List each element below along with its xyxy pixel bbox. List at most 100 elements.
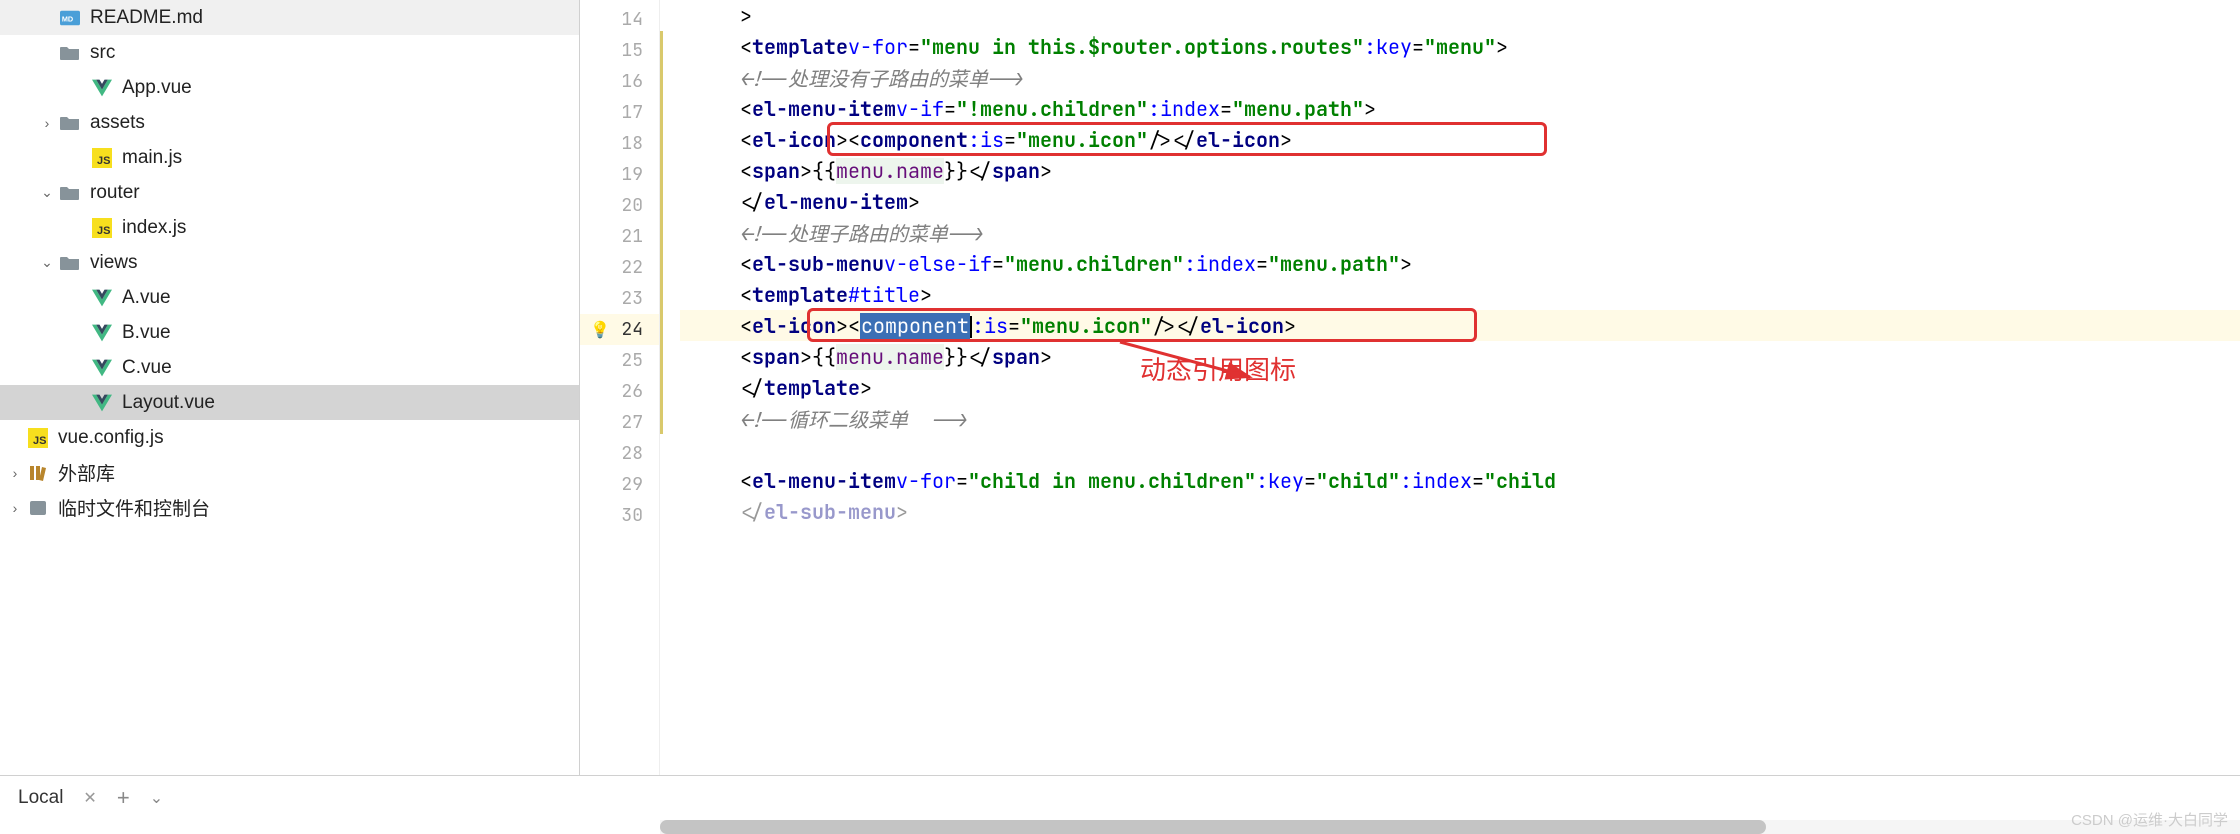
tree-item-label: main.js: [122, 147, 182, 169]
code-line-29: <el-menu-item v-for="child in menu.child…: [680, 465, 2240, 496]
bottom-tool-panel: Local ✕ + ⌄: [0, 775, 2240, 819]
js-icon: JS: [24, 428, 52, 448]
code-line-17: <el-menu-item v-if="!menu.children" :ind…: [680, 93, 2240, 124]
tree-item-label: views: [90, 252, 138, 274]
add-icon[interactable]: +: [117, 785, 130, 811]
scrollbar-thumb[interactable]: [660, 820, 1766, 834]
tree-item-label: App.vue: [122, 77, 192, 99]
line-number: 27: [580, 407, 659, 438]
line-number: 15: [580, 35, 659, 66]
code-line-23: <template #title>: [680, 279, 2240, 310]
chevron-icon: ⌄: [38, 184, 56, 201]
watermark: CSDN @运维·大白同学: [2071, 809, 2228, 830]
tree-item-index-js[interactable]: JS index.js: [0, 210, 579, 245]
tree-item-临时文件和控制台[interactable]: › 临时文件和控制台: [0, 490, 579, 525]
code-line-16: <!--处理没有子路由的菜单-->: [680, 62, 2240, 93]
js-icon: JS: [88, 218, 116, 238]
tree-item-vue-config-js[interactable]: JS vue.config.js: [0, 420, 579, 455]
annotation-text: 动态引用图标: [1140, 350, 1296, 387]
tree-item-label: router: [90, 182, 140, 204]
tree-item-src[interactable]: src: [0, 35, 579, 70]
tree-item-外部库[interactable]: ›外部库: [0, 455, 579, 490]
code-line-25: <span>{{menu.name}}</span>: [680, 341, 2240, 372]
tree-item-label: index.js: [122, 217, 186, 239]
line-number: 28: [580, 438, 659, 469]
tree-item-Layout-vue[interactable]: Layout.vue: [0, 385, 579, 420]
code-line-27: <!--循环二级菜单 -->: [680, 403, 2240, 434]
code-line-30: </el-sub-menu>: [680, 496, 2240, 527]
js-icon: JS: [88, 148, 116, 168]
line-number: 20: [580, 190, 659, 221]
close-icon[interactable]: ✕: [83, 788, 96, 808]
svg-text:JS: JS: [97, 225, 110, 237]
tree-item-label: README.md: [90, 7, 203, 29]
code-line-15: <template v-for="menu in this.$router.op…: [680, 31, 2240, 62]
chevron-icon: ⌄: [38, 254, 56, 271]
line-number: 19: [580, 159, 659, 190]
vue-icon: [88, 289, 116, 307]
vue-icon: [88, 359, 116, 377]
svg-text:MD: MD: [62, 14, 73, 23]
tree-item-App-vue[interactable]: App.vue: [0, 70, 579, 105]
svg-text:JS: JS: [97, 155, 110, 167]
tree-item-router[interactable]: ⌄ router: [0, 175, 579, 210]
tree-item-views[interactable]: ⌄ views: [0, 245, 579, 280]
vue-icon: [88, 79, 116, 97]
folder-icon: [56, 185, 84, 201]
line-number: 14: [580, 4, 659, 35]
line-number: 26: [580, 376, 659, 407]
tree-item-label: assets: [90, 112, 145, 134]
svg-text:JS: JS: [33, 435, 46, 447]
vue-icon: [88, 324, 116, 342]
md-icon: MD: [56, 9, 84, 27]
code-editor[interactable]: > <template v-for="menu in this.$router.…: [680, 0, 2240, 775]
code-line-21: <!--处理子路由的菜单-->: [680, 217, 2240, 248]
folder-icon: [56, 255, 84, 271]
line-number: 17: [580, 97, 659, 128]
line-number: 18: [580, 128, 659, 159]
tree-item-label: B.vue: [122, 322, 171, 344]
tree-item-label: 临时文件和控制台: [58, 494, 210, 521]
chevron-icon: ›: [6, 500, 24, 516]
lib-icon: [24, 464, 52, 482]
line-number: 22: [580, 252, 659, 283]
tree-item-README-md[interactable]: MD README.md: [0, 0, 579, 35]
bulb-icon[interactable]: 💡: [590, 319, 610, 340]
folder-icon: [56, 45, 84, 61]
code-line-28: [680, 434, 2240, 465]
line-number: 16: [580, 66, 659, 97]
tree-item-label: vue.config.js: [58, 427, 164, 449]
code-line-19: <span>{{menu.name}}</span>: [680, 155, 2240, 186]
git-branch-tab[interactable]: Local: [18, 787, 63, 809]
tree-item-label: A.vue: [122, 287, 171, 309]
code-line-18: <el-icon><component :is="menu.icon"/></e…: [680, 124, 2240, 155]
line-number-gutter: 14151617181920212223💡24252627282930: [580, 0, 660, 775]
chevron-icon: ›: [6, 465, 24, 481]
line-number: 💡24: [580, 314, 659, 345]
tree-item-label: src: [90, 42, 115, 64]
tree-item-B-vue[interactable]: B.vue: [0, 315, 579, 350]
line-number: 23: [580, 283, 659, 314]
code-line-26: </template>: [680, 372, 2240, 403]
tree-item-assets[interactable]: › assets: [0, 105, 579, 140]
code-line-22: <el-sub-menu v-else-if="menu.children" :…: [680, 248, 2240, 279]
project-tree: MD README.md src App.vue › assets JS main.js ⌄ ro…: [0, 0, 580, 775]
horizontal-scrollbar[interactable]: [660, 820, 2240, 834]
code-line-14: >: [680, 0, 2240, 31]
change-markers: [660, 0, 680, 775]
line-number: 30: [580, 500, 659, 531]
chevron-icon: ›: [38, 115, 56, 131]
vue-icon: [88, 394, 116, 412]
tree-item-label: C.vue: [122, 357, 172, 379]
tree-item-A-vue[interactable]: A.vue: [0, 280, 579, 315]
tree-item-label: Layout.vue: [122, 392, 215, 414]
line-number: 21: [580, 221, 659, 252]
line-number: 29: [580, 469, 659, 500]
line-number: 25: [580, 345, 659, 376]
chevron-down-icon[interactable]: ⌄: [150, 788, 163, 808]
code-line-20: </el-menu-item>: [680, 186, 2240, 217]
tree-item-C-vue[interactable]: C.vue: [0, 350, 579, 385]
code-line-24: <el-icon><component :is="menu.icon"/></e…: [680, 310, 2240, 341]
tree-item-main-js[interactable]: JS main.js: [0, 140, 579, 175]
scratch-icon: [24, 499, 52, 517]
